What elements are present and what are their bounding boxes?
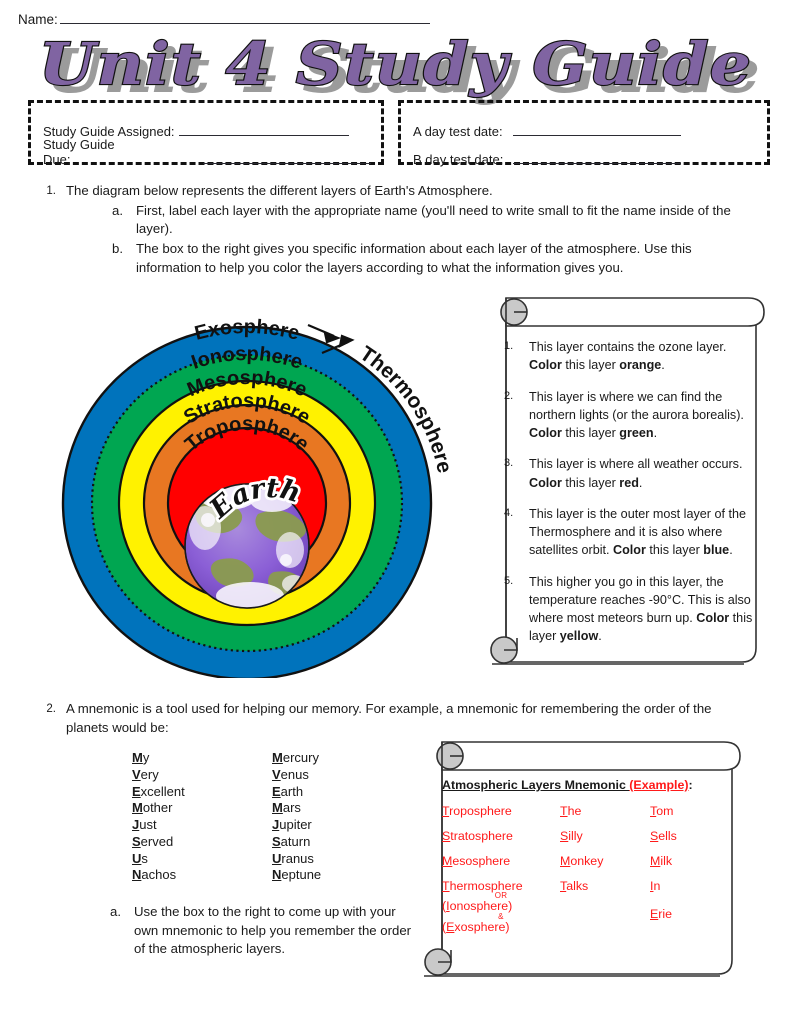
word1-cell: Talks <box>560 879 589 893</box>
question-2a-text: Use the box to the right to come up with… <box>134 904 412 957</box>
page-title-text: Unit 4 Study Guide <box>38 29 753 99</box>
layer-cell: Troposphere <box>442 804 512 818</box>
layer-cell: Stratosphere <box>442 829 513 843</box>
layer-cell-thermosphere: Thermosphere OR (Ionosphere) & (Exospher… <box>442 879 560 934</box>
layer-info-list: 1. This layer contains the ozone layer. … <box>504 338 754 659</box>
mnemonic-word-row: My <box>132 750 150 765</box>
layer-info-item-2: 2. This layer is where we can find the n… <box>504 388 754 443</box>
question-2a: a. Use the box to the right to come up w… <box>110 903 430 959</box>
question-2-number: 2. <box>46 703 56 715</box>
item-text: This layer is where we can find the nort… <box>529 389 744 441</box>
study-guide-due-blank[interactable] <box>202 163 371 164</box>
item-number: 1. <box>504 340 514 352</box>
mnemonic-word-row: Us <box>132 850 148 866</box>
question-1-number: 1. <box>46 185 56 197</box>
mnemonic-word-row: Just <box>132 817 157 833</box>
b-day-test-blank[interactable] <box>513 163 682 164</box>
word1-cell: Silly <box>560 829 583 843</box>
item-number: 5. <box>504 574 514 587</box>
layer-info-item-4: 4. This layer is the outer most layer of… <box>504 505 754 560</box>
mnemonic-word-row: Very <box>132 766 159 782</box>
student-mnemonic-scroll: Atmospheric Layers Mnemonic (Example): T… <box>424 736 759 986</box>
question-1-block: 1. The diagram below represents the diff… <box>0 182 791 278</box>
item-text: This higher you go in this layer, the te… <box>529 574 753 644</box>
name-blank-line[interactable] <box>59 23 430 24</box>
assignment-dates-box: Study Guide Assigned: Study Guide Due: <box>28 100 384 167</box>
question-2a-number: a. <box>110 904 121 919</box>
question-1a: a. First, label each layer with the appr… <box>66 202 745 239</box>
word2-cell: Milk <box>650 854 673 868</box>
layer-info-item-3: 3. This layer is where all weather occur… <box>504 455 754 492</box>
planet-name-row: Neptune <box>272 867 322 883</box>
study-guide-due-label: Study Guide Due: <box>43 137 115 167</box>
mnemonic-grid: Troposphere The Tom Stratosphere Silly S… <box>442 804 742 934</box>
a-day-test-blank[interactable] <box>512 135 681 136</box>
mnemonic-word-row: Excellent <box>132 783 185 799</box>
a-day-test-label: A day test date: <box>413 124 503 139</box>
layer-cell: Mesosphere <box>442 854 511 868</box>
mnemonic-title: Atmospheric Layers Mnemonic (Example): <box>442 778 693 792</box>
word1-cell: The <box>560 804 582 818</box>
mnemonic-word-row: Served <box>132 833 174 849</box>
layer-info-item-1: 1. This layer contains the ozone layer. … <box>504 338 754 375</box>
planet-name-row: Venus <box>272 766 309 782</box>
question-1a-number: a. <box>112 202 123 218</box>
question-1a-text: First, label each layer with the appropr… <box>136 202 731 237</box>
study-guide-due-row: Study Guide Due: <box>43 137 371 167</box>
word1-cell: Monkey <box>560 854 604 868</box>
planet-name-row: Uranus <box>272 850 314 866</box>
word2-cell: Tom <box>650 804 674 818</box>
item-text: This layer is where all weather occurs. … <box>529 457 743 490</box>
planet-name-row: Mars <box>272 800 301 816</box>
student-mnemonic-content: Atmospheric Layers Mnemonic (Example): T… <box>442 778 742 934</box>
study-guide-assigned-row: Study Guide Assigned: <box>43 111 371 139</box>
study-guide-assigned-blank[interactable] <box>178 135 349 136</box>
item-text: This layer contains the ozone layer. Col… <box>529 340 727 373</box>
a-day-test-row: A day test date: <box>413 111 757 139</box>
mnemonic-word-row: Mother <box>132 800 173 816</box>
item-number: 2. <box>504 389 514 402</box>
planet-name-row: Jupiter <box>272 817 312 833</box>
page-title: Unit 4 Study Guide Unit 4 Study Guide <box>0 29 791 106</box>
question-1-text: The diagram below represents the differe… <box>66 183 493 198</box>
layer-info-scroll: 1. This layer contains the ozone layer. … <box>490 290 774 672</box>
name-row: Name: <box>18 12 430 27</box>
layer-info-item-5: 5. This higher you go in this layer, the… <box>504 573 754 646</box>
item-number: 3. <box>504 457 514 470</box>
atmosphere-diagram: Earth Earth Exosphere Ionosphere Mesosph… <box>22 288 482 678</box>
word2-cell: Sells <box>650 829 677 843</box>
planet-name-row: Earth <box>272 783 304 799</box>
name-label: Name: <box>18 12 58 27</box>
test-dates-box: A day test date: B day test date: <box>398 100 770 167</box>
item-text: This layer is the outer most layer of th… <box>529 506 746 558</box>
question-1b-number: b. <box>112 241 123 257</box>
question-2-block: 2. A mnemonic is a tool used for helping… <box>0 700 791 737</box>
question-1b-text: The box to the right gives you specific … <box>136 241 692 275</box>
b-day-test-label: B day test date: <box>413 152 504 167</box>
question-2-text: A mnemonic is a tool used for helping ou… <box>66 701 712 735</box>
item-number: 4. <box>504 506 514 519</box>
question-2: 2. A mnemonic is a tool used for helping… <box>0 700 791 737</box>
planet-mnemonic-table: My Mercury Very Venus Excellent Earth Mo… <box>132 750 412 884</box>
planet-name-row: Mercury <box>272 750 319 765</box>
word2-cell: In Erie <box>650 879 673 922</box>
mnemonic-word-row: Nachos <box>132 867 177 883</box>
b-day-test-row: B day test date: <box>413 139 757 167</box>
question-1: 1. The diagram below represents the diff… <box>0 182 791 278</box>
question-1b: b. The box to the right gives you specif… <box>66 240 745 277</box>
planet-name-row: Saturn <box>272 833 311 849</box>
